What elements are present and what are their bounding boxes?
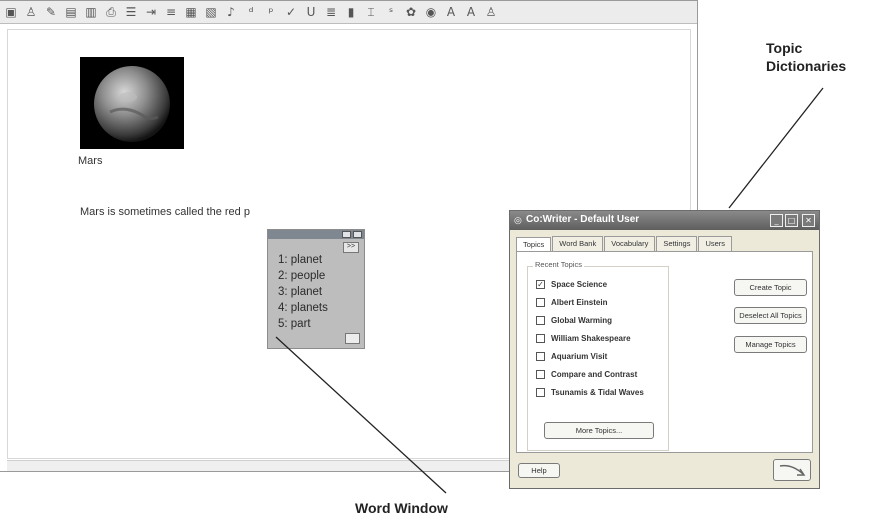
- save-icon[interactable]: ▥: [82, 3, 100, 21]
- table-icon[interactable]: ▧: [202, 3, 220, 21]
- font-larger-icon[interactable]: A: [442, 3, 460, 21]
- toolbar: ▣ ♙ ✎ ▤ ▥ ⎙ ☰ ⇥ ≡ ▦ ▧ ♪ ᵈ ᵖ ✓ U ≣ ▮ ⌶ ˢ ✿ ◉ A A ♙: [0, 1, 697, 24]
- word-window-callout: Word Window: [355, 500, 448, 516]
- tab-bar: Topics Word Bank Vocabulary Settings Use…: [516, 236, 733, 252]
- topic-label: William Shakespeare: [551, 334, 631, 343]
- close-icon[interactable]: [353, 231, 362, 238]
- topic-global-warming[interactable]: Global Warming: [536, 316, 612, 325]
- open-icon[interactable]: ▤: [62, 3, 80, 21]
- tab-settings[interactable]: Settings: [656, 236, 698, 251]
- deselect-all-topics-button[interactable]: Deselect All Topics: [734, 307, 807, 324]
- tab-users[interactable]: Users: [698, 236, 733, 251]
- grid-icon[interactable]: ▦: [182, 3, 200, 21]
- topic-label: Albert Einstein: [551, 298, 608, 307]
- tab-vocabulary[interactable]: Vocabulary: [604, 236, 656, 251]
- speech-icon: [779, 464, 806, 476]
- minimize-icon[interactable]: _: [770, 214, 783, 227]
- close-icon[interactable]: ✕: [802, 214, 815, 227]
- color-icon[interactable]: ✿: [402, 3, 420, 21]
- prediction-item[interactable]: 5: part: [278, 316, 328, 332]
- check-icon[interactable]: ✓: [282, 3, 300, 21]
- callout-line: Topic: [766, 40, 803, 56]
- text-icon[interactable]: ≣: [322, 3, 340, 21]
- indent-icon[interactable]: ⇥: [142, 3, 160, 21]
- phrase-icon[interactable]: ᵖ: [262, 3, 280, 21]
- format-icon[interactable]: ⌶: [362, 3, 380, 21]
- cowriter-window: ◎ Co:Writer - Default User _ □ ✕ Topics …: [509, 210, 820, 489]
- minimize-icon[interactable]: [342, 231, 351, 238]
- user-icon[interactable]: ♙: [22, 3, 40, 21]
- dictionary-icon[interactable]: ♙: [482, 3, 500, 21]
- manage-topics-button[interactable]: Manage Topics: [734, 336, 807, 353]
- group-label: Recent Topics: [533, 260, 584, 269]
- word-window-titlebar[interactable]: [268, 230, 364, 239]
- topic-william-shakespeare[interactable]: William Shakespeare: [536, 334, 631, 343]
- document-text[interactable]: Mars is sometimes called the red p: [80, 206, 250, 218]
- checkbox-icon[interactable]: [536, 370, 545, 379]
- print-icon[interactable]: ▣: [2, 3, 20, 21]
- printer-icon[interactable]: ⎙: [102, 3, 120, 21]
- mars-image: [80, 57, 184, 149]
- create-topic-button[interactable]: Create Topic: [734, 279, 807, 296]
- topic-label: Compare and Contrast: [551, 370, 638, 379]
- eye-icon[interactable]: ◉: [422, 3, 440, 21]
- topic-compare-and-contrast[interactable]: Compare and Contrast: [536, 370, 637, 379]
- word-prediction-window: >> 1: planet 2: people 3: planet 4: plan…: [267, 229, 365, 349]
- topic-tsunamis[interactable]: Tsunamis & Tidal Waves: [536, 388, 644, 397]
- more-predictions-button[interactable]: >>: [343, 242, 359, 253]
- topic-dictionaries-callout: Topic Dictionaries: [766, 39, 846, 75]
- tab-topics[interactable]: Topics: [516, 237, 552, 252]
- tab-word-bank[interactable]: Word Bank: [552, 236, 604, 251]
- topic-label: Aquarium Visit: [551, 352, 608, 361]
- image-caption: Mars: [78, 155, 103, 167]
- topic-albert-einstein[interactable]: Albert Einstein: [536, 298, 607, 307]
- maximize-icon[interactable]: □: [785, 214, 798, 227]
- window-title: Co:Writer - Default User: [526, 214, 640, 225]
- underline-icon[interactable]: U: [302, 3, 320, 21]
- resize-grip-icon[interactable]: [345, 333, 360, 344]
- prediction-item[interactable]: 3: planet: [278, 284, 328, 300]
- list-icon[interactable]: ☰: [122, 3, 140, 21]
- checkbox-icon[interactable]: [536, 298, 545, 307]
- topic-aquarium-visit[interactable]: Aquarium Visit: [536, 352, 607, 361]
- help-button[interactable]: Help: [518, 463, 560, 478]
- paint-icon[interactable]: ✎: [42, 3, 60, 21]
- app-logo-icon: ◎: [514, 215, 522, 225]
- topic-space-science[interactable]: ✓ Space Science: [536, 280, 607, 289]
- style-icon[interactable]: ˢ: [382, 3, 400, 21]
- speak-button[interactable]: [773, 459, 811, 481]
- topics-panel: Recent Topics ✓ Space Science Albert Ein…: [516, 251, 813, 453]
- prediction-item[interactable]: 2: people: [278, 268, 328, 284]
- checkbox-checked-icon[interactable]: ✓: [536, 280, 545, 289]
- cowriter-titlebar[interactable]: ◎ Co:Writer - Default User _ □ ✕: [510, 211, 819, 230]
- word-icon[interactable]: ᵈ: [242, 3, 260, 21]
- topic-label: Global Warming: [551, 316, 613, 325]
- checkbox-icon[interactable]: [536, 316, 545, 325]
- checkbox-icon[interactable]: [536, 334, 545, 343]
- column-icon[interactable]: ▮: [342, 3, 360, 21]
- speaker-icon[interactable]: ♪: [222, 3, 240, 21]
- topic-dictionaries-leader: [728, 87, 824, 209]
- prediction-item[interactable]: 1: planet: [278, 252, 328, 268]
- topic-label: Space Science: [551, 280, 608, 289]
- align-icon[interactable]: ≡: [162, 3, 180, 21]
- prediction-item[interactable]: 4: planets: [278, 300, 328, 316]
- checkbox-icon[interactable]: [536, 388, 545, 397]
- checkbox-icon[interactable]: [536, 352, 545, 361]
- font-smaller-icon[interactable]: A: [462, 3, 480, 21]
- topic-label: Tsunamis & Tidal Waves: [551, 388, 644, 397]
- more-topics-button[interactable]: More Topics...: [544, 422, 654, 439]
- prediction-list: 1: planet 2: people 3: planet 4: planets…: [278, 252, 328, 332]
- callout-line: Dictionaries: [766, 58, 847, 74]
